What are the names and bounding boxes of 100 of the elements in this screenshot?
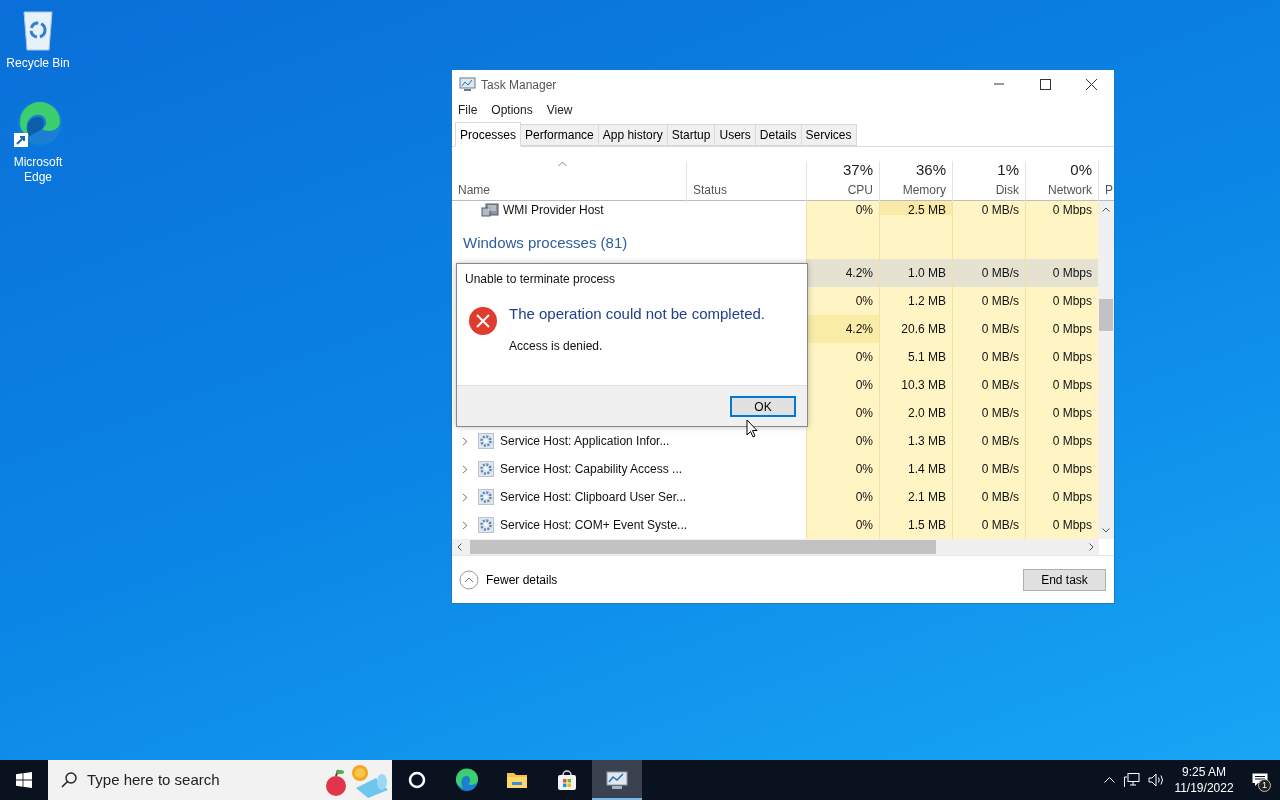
shopping-bag-icon[interactable]: [555, 768, 579, 792]
monitor-chart-icon[interactable]: [605, 768, 629, 792]
scroll-left-icon[interactable]: [457, 543, 462, 551]
maximize-icon[interactable]: [1039, 79, 1051, 90]
end-task-button[interactable]: End task: [1023, 568, 1106, 591]
cpu-cell: 0%: [806, 483, 879, 511]
disk-cell: 0 MB/s: [952, 511, 1025, 539]
network-cell: 0 Mbps: [1025, 427, 1098, 455]
ok-button[interactable]: OK: [730, 395, 796, 417]
expand-chevron-icon[interactable]: [462, 436, 468, 446]
expand-chevron-icon[interactable]: [462, 520, 468, 530]
horizontal-scrollbar[interactable]: [452, 539, 1099, 555]
disk-cell: 0 MB/s: [952, 399, 1025, 427]
monitor-chart-icon: [459, 77, 476, 92]
column-header[interactable]: Network: [1048, 181, 1092, 199]
process-name[interactable]: Service Host: Application Infor...: [500, 432, 670, 450]
search-field[interactable]: Type here to search: [87, 768, 307, 792]
cpu-cell: 4.2%: [806, 315, 879, 343]
window-title: Task Manager: [481, 76, 558, 94]
column-header[interactable]: Memory: [902, 181, 946, 199]
menu-item[interactable]: File: [458, 101, 478, 119]
disk-cell: 0 MB/s: [952, 259, 1025, 287]
disk-cell: 0 MB/s: [952, 315, 1025, 343]
process-name[interactable]: Service Host: Clipboard User Ser...: [500, 488, 687, 506]
network-cell: 0 Mbps: [1025, 455, 1098, 483]
column-percent: 1%: [997, 161, 1019, 179]
disk-cell: 0 MB/s: [952, 371, 1025, 399]
notifications-button[interactable]: 1: [1240, 760, 1280, 800]
disk-cell: 0 MB/s: [952, 427, 1025, 455]
tab[interactable]: App history: [598, 124, 668, 146]
desktop-icon-label[interactable]: Microsoft Edge: [1, 155, 75, 185]
group-header: Windows processes (81): [463, 232, 628, 253]
dialog-heading: The operation could not be completed.: [509, 304, 765, 324]
search-icon[interactable]: [61, 772, 77, 788]
error-icon: [468, 306, 498, 336]
scroll-thumb[interactable]: [1099, 299, 1114, 331]
menu-item[interactable]: Options: [491, 101, 533, 119]
network-cell: 0 Mbps: [1025, 259, 1098, 287]
memory-cell: 5.1 MB: [879, 343, 952, 371]
gear-icon: [478, 489, 494, 505]
tab[interactable]: Processes: [455, 122, 522, 147]
fewer-details-button[interactable]: Fewer details: [459, 569, 558, 590]
scroll-up-icon[interactable]: [1102, 207, 1110, 212]
search-bar[interactable]: Type here to search: [48, 760, 392, 800]
gear-icon: [478, 433, 494, 449]
scroll-down-icon[interactable]: [1102, 528, 1110, 533]
network-cell: 0 Mbps: [1025, 371, 1098, 399]
cpu-cell: 0%: [806, 371, 879, 399]
expand-chevron-icon[interactable]: [462, 464, 468, 474]
memory-cell: 1.5 MB: [879, 511, 952, 539]
disk-cell: 0 MB/s: [952, 343, 1025, 371]
edge-icon[interactable]: [455, 768, 479, 792]
column-header[interactable]: P: [1105, 181, 1116, 199]
cpu-cell: 0%: [806, 511, 879, 539]
cpu-cell: 0%: [806, 287, 879, 315]
network-cell: 0 Mbps: [1025, 343, 1098, 371]
caret-up-icon[interactable]: [1103, 777, 1115, 783]
network-cell: 0 Mbps: [1025, 315, 1098, 343]
cpu-cell: 4.2%: [806, 259, 879, 287]
scroll-thumb[interactable]: [470, 540, 936, 554]
close-icon[interactable]: [1085, 79, 1097, 90]
disk-cell: 0 MB/s: [952, 287, 1025, 315]
column-header[interactable]: Status: [693, 181, 806, 199]
process-name[interactable]: Service Host: COM+ Event Syste...: [500, 516, 688, 534]
menu-item[interactable]: View: [546, 101, 573, 119]
vertical-scrollbar[interactable]: [1098, 201, 1114, 539]
dialog-title: Unable to terminate process: [464, 271, 617, 288]
column-header[interactable]: Disk: [995, 181, 1019, 199]
notification-count: 1: [1258, 779, 1271, 792]
windows-logo-icon[interactable]: [16, 772, 32, 788]
network-cell: 0 Mbps: [1025, 511, 1098, 539]
tab[interactable]: Users: [715, 124, 756, 146]
expand-chevron-icon[interactable]: [462, 492, 468, 502]
network-cell: 0 Mbps: [1025, 287, 1098, 315]
desktop-icon-label[interactable]: Recycle Bin: [1, 56, 75, 71]
tab[interactable]: Startup: [667, 124, 716, 146]
tab[interactable]: Details: [755, 124, 802, 146]
disk-cell: 0 MB/s: [952, 455, 1025, 483]
server-icon: [481, 203, 499, 217]
memory-cell: 10.3 MB: [879, 371, 952, 399]
network-cell: 0 Mbps: [1025, 399, 1098, 427]
cpu-cell: 0%: [806, 427, 879, 455]
clock[interactable]: 9:25 AM 11/19/2022: [1168, 760, 1240, 800]
scroll-right-icon[interactable]: [1089, 543, 1094, 551]
column-header[interactable]: Name: [458, 181, 686, 199]
process-name[interactable]: WMI Provider Host: [503, 201, 604, 219]
network-cell: 0 Mbps: [1025, 483, 1098, 511]
collapse-chevron-icon[interactable]: [459, 569, 479, 590]
memory-cell: 1.3 MB: [879, 427, 952, 455]
process-name[interactable]: Service Host: Capability Access ...: [500, 460, 683, 478]
memory-cell: 1.0 MB: [879, 259, 952, 287]
taskbar-button[interactable]: [592, 760, 642, 800]
gear-icon: [478, 517, 494, 533]
column-header[interactable]: CPU: [847, 181, 873, 199]
memory-cell: 2.0 MB: [879, 399, 952, 427]
gear-icon: [478, 461, 494, 477]
tab[interactable]: Performance: [521, 124, 599, 146]
memory-cell: 1.2 MB: [879, 287, 952, 315]
memory-cell: 1.4 MB: [879, 455, 952, 483]
tab[interactable]: Services: [801, 124, 857, 146]
